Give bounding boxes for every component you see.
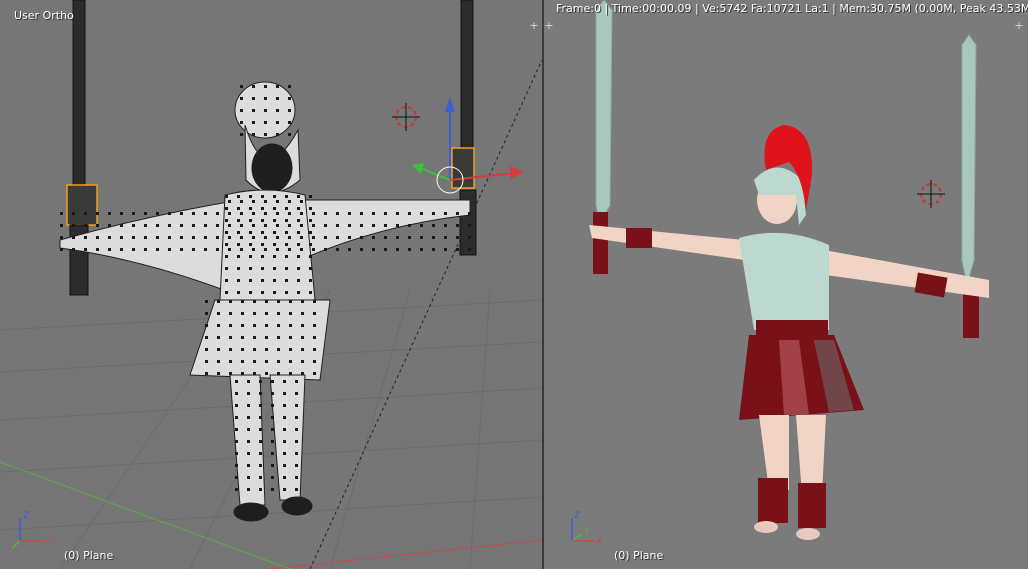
svg-text:Z: Z (574, 511, 580, 521)
svg-text:X: X (44, 537, 50, 547)
3d-cursor-icon (392, 103, 420, 131)
svg-text:X: X (596, 537, 602, 547)
camera-line (309, 59, 542, 569)
view-label: User Ortho (14, 9, 74, 22)
left-3d-viewport[interactable]: Z X User Ortho (0) Plane + (0, 0, 542, 569)
viewport-corner-icon[interactable]: + (1014, 20, 1024, 31)
axes-gizmo-icon: Z Y X (571, 511, 602, 547)
right-3d-viewport[interactable]: Z Y X Frame:0 | Time:00:00.09 | Ve:5742 … (544, 0, 1028, 569)
viewport-corner-icon[interactable]: + (544, 20, 554, 31)
active-object-label: (0) Plane (64, 549, 114, 562)
left-viewport-canvas[interactable]: Z X (0, 0, 542, 569)
svg-text:Y: Y (583, 527, 590, 537)
world-x-axis (269, 539, 542, 569)
axes-gizmo-icon: Z X (11, 511, 50, 549)
3d-cursor-icon (917, 180, 945, 208)
right-viewport-canvas[interactable]: Z Y X (544, 0, 1028, 569)
viewport-corner-icon[interactable]: + (529, 20, 539, 31)
scene-stats: Frame:0 | Time:00:00.09 | Ve:5742 Fa:107… (556, 2, 1028, 15)
svg-text:Z: Z (23, 511, 29, 521)
active-object-label: (0) Plane (614, 549, 664, 562)
shaded-character[interactable] (589, 125, 989, 540)
